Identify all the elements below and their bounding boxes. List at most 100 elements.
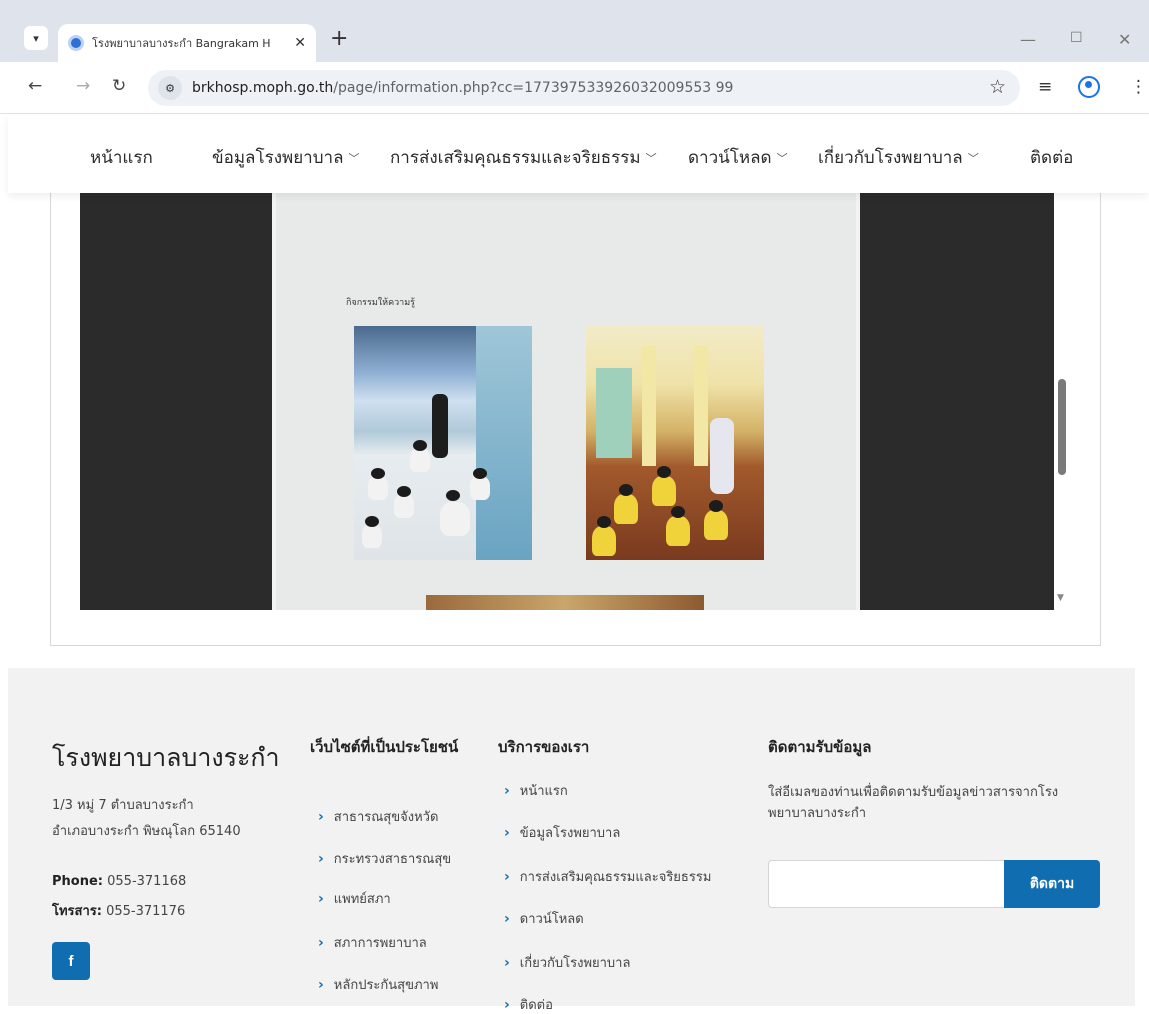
nav-item-about[interactable]: เกี่ยวกับโรงพยาบาล ﹀ [818, 144, 979, 171]
facebook-button[interactable]: f [52, 942, 90, 980]
address-line-1: 1/3 หมู่ 7 ตำบลบางระกำ [52, 798, 194, 813]
footer-brand: โรงพยาบาลบางระกำ [52, 744, 280, 772]
link-label: สภาการพยาบาล [333, 936, 427, 951]
phone-line: Phone: 055-371168 [52, 874, 186, 889]
chevron-right-icon: › [504, 954, 510, 971]
pdf-scrollbar[interactable]: ▼ [1054, 193, 1070, 610]
link-label: หน้าแรก [519, 784, 568, 799]
scrollbar-thumb[interactable] [1058, 379, 1066, 475]
nav-item-hospital-info[interactable]: ข้อมูลโรงพยาบาล ﹀ [212, 144, 359, 171]
chevron-right-icon: › [504, 824, 510, 841]
photo-student [592, 526, 616, 556]
useful-site-link[interactable]: › แพทย์สภา [318, 888, 391, 909]
link-label: ดาวน์โหลด [519, 912, 584, 927]
photo-student [440, 502, 470, 536]
new-tab-button[interactable]: + [330, 28, 348, 50]
link-label: สาธารณสุขจังหวัด [333, 810, 439, 825]
nav-item-label: ข้อมูลโรงพยาบาล [212, 148, 344, 167]
photo-wall [476, 326, 532, 560]
nav-item-label: หน้าแรก [90, 148, 153, 167]
page-heading: กิจกรรมให้ความรู้ [346, 297, 415, 307]
activity-photo-partial [426, 595, 704, 610]
url-host: brkhosp.moph.go.th [192, 80, 334, 96]
service-link[interactable]: › เกี่ยวกับโรงพยาบาล [504, 952, 630, 973]
photo-teacher [432, 394, 448, 458]
chevron-right-icon: › [504, 996, 510, 1013]
photo-student [394, 494, 414, 518]
useful-site-link[interactable]: › สภาการพยาบาล [318, 932, 427, 953]
nav-item-label: การส่งเสริมคุณธรรมและจริยธรรม [390, 148, 641, 167]
address-line-2: อำเภอบางระกำ พิษณุโลก 65140 [52, 824, 241, 839]
site-favicon-icon [68, 35, 84, 51]
link-label: ติดต่อ [519, 998, 553, 1013]
nav-item-ethics[interactable]: การส่งเสริมคุณธรรมและจริยธรรม ﹀ [390, 144, 657, 171]
chevron-right-icon: › [504, 868, 510, 885]
reading-list-icon[interactable]: ≡ [1038, 77, 1052, 97]
service-link[interactable]: › การส่งเสริมคุณธรรมและจริยธรรม [504, 866, 711, 887]
close-window-icon[interactable]: ✕ [1118, 30, 1131, 49]
nav-item-contact[interactable]: ติดต่อ [1030, 144, 1073, 171]
nav-item-download[interactable]: ดาวน์โหลด ﹀ [688, 144, 788, 171]
fax-label: โทรสาร: [52, 904, 102, 919]
url-text[interactable]: brkhosp.moph.go.th/page/information.php?… [192, 80, 733, 96]
subscribe-email-input[interactable] [768, 860, 1004, 908]
chevron-right-icon: › [318, 850, 324, 867]
site-settings-icon[interactable]: ⚙ [158, 76, 182, 100]
photo-student [362, 524, 382, 548]
back-arrow-icon[interactable]: ← [28, 76, 42, 96]
browser-tab-active[interactable]: โรงพยาบาลบางระกำ Bangrakam H ✕ [58, 24, 316, 62]
photo-student-hair [446, 490, 460, 501]
link-label: กระทรวงสาธารณสุข [333, 852, 452, 867]
photo-student-hair [597, 516, 611, 528]
nav-item-label: เกี่ยวกับโรงพยาบาล [818, 148, 963, 167]
photo-student-hair [365, 516, 379, 527]
useful-site-link[interactable]: › สาธารณสุขจังหวัด [318, 806, 438, 827]
useful-site-link[interactable]: › หลักประกันสุขภาพ [318, 974, 438, 995]
photo-student [704, 510, 728, 540]
subscribe-button[interactable]: ติดตาม [1004, 860, 1100, 908]
photo-student-hair [397, 486, 411, 497]
bookmark-star-icon[interactable]: ☆ [989, 76, 1006, 98]
site-footer: โรงพยาบาลบางระกำ 1/3 หมู่ 7 ตำบลบางระกำ … [8, 668, 1135, 1013]
link-label: ข้อมูลโรงพยาบาล [519, 826, 621, 841]
chevron-right-icon: › [318, 934, 324, 951]
photo-student [614, 494, 638, 524]
chevron-right-icon: › [504, 782, 510, 799]
link-label: การส่งเสริมคุณธรรมและจริยธรรม [519, 870, 712, 885]
link-label: แพทย์สภา [333, 892, 391, 907]
link-label: เกี่ยวกับโรงพยาบาล [519, 956, 631, 971]
service-link[interactable]: › ดาวน์โหลด [504, 908, 584, 929]
fax-line: โทรสาร: 055-371176 [52, 900, 185, 921]
chevron-down-icon: ﹀ [645, 152, 657, 165]
subscribe-heading: ติดตามรับข้อมูล [768, 738, 872, 756]
more-menu-icon[interactable]: ⋮ [1130, 77, 1147, 97]
service-link[interactable]: › ติดต่อ [504, 994, 553, 1014]
maximize-icon[interactable]: ☐ [1070, 30, 1083, 46]
photo-student-hair [619, 484, 633, 496]
address-bar[interactable]: ⚙ brkhosp.moph.go.th/page/information.ph… [148, 70, 1020, 106]
tab-title: โรงพยาบาลบางระกำ Bangrakam H [92, 37, 271, 50]
chevron-down-icon: ﹀ [967, 152, 979, 165]
useful-site-link[interactable]: › กระทรวงสาธารณสุข [318, 848, 451, 869]
profile-icon[interactable] [1078, 76, 1100, 98]
service-link[interactable]: › ข้อมูลโรงพยาบาล [504, 822, 620, 843]
tab-search-button[interactable]: ▾ [24, 26, 48, 50]
photo-student-hair [473, 468, 487, 479]
close-tab-icon[interactable]: ✕ [294, 35, 306, 51]
url-path: /page/information.php?cc=177397533926032… [333, 80, 734, 96]
pdf-viewer[interactable]: กิจกรรมให้ความรู้ ▼ [80, 193, 1070, 610]
service-link[interactable]: › หน้าแรก [504, 780, 568, 801]
scroll-down-arrow-icon[interactable]: ▼ [1057, 593, 1064, 603]
nav-item-home[interactable]: หน้าแรก [90, 144, 153, 171]
fax-value: 055-371176 [106, 904, 186, 919]
facebook-icon: f [68, 952, 74, 970]
chevron-down-icon: ﹀ [776, 152, 788, 165]
photo-door [596, 368, 632, 458]
photo-student-hair [709, 500, 723, 512]
minimize-icon[interactable]: — [1020, 30, 1036, 49]
forward-arrow-icon[interactable]: → [76, 76, 90, 96]
photo-student [368, 476, 388, 500]
photo-pillar [694, 346, 708, 466]
reload-icon[interactable]: ↻ [112, 76, 126, 96]
photo-student-hair [657, 466, 671, 478]
